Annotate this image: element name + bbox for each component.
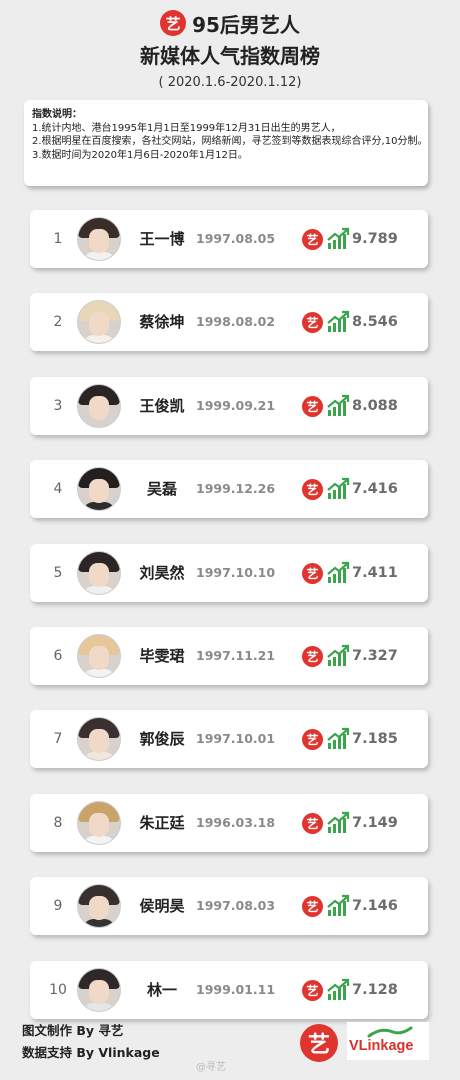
trend-up-icon bbox=[327, 561, 350, 583]
trend-up-icon bbox=[327, 310, 350, 332]
xunyi-icon: 艺 bbox=[302, 229, 323, 250]
birth-date: 1999.09.21 bbox=[196, 398, 276, 413]
artist-name: 毕雯珺 bbox=[139, 647, 185, 665]
avatar bbox=[77, 717, 121, 761]
xunyi-icon: 艺 bbox=[302, 312, 323, 333]
date-range: ( 2020.1.6-2020.1.12) bbox=[158, 75, 302, 90]
trend-up-icon bbox=[327, 978, 350, 1000]
artist-name: 蔡徐坤 bbox=[139, 313, 185, 331]
xunyi-footer-logo-icon: 艺 bbox=[300, 1024, 338, 1062]
credit-made-by: 图文制作 By 寻艺 bbox=[22, 1023, 124, 1038]
ranking-card: 4 吴磊 1999.12.26 艺 7.416 bbox=[30, 460, 428, 518]
notes-line: 2.根据明星在百度搜索，各社交网站，网络新闻，寻艺签到等数据表现综合评分,10分… bbox=[32, 136, 428, 147]
rank-number: 5 bbox=[53, 565, 63, 581]
ranking-card: 7 郭俊辰 1997.10.01 艺 7.185 bbox=[30, 710, 428, 768]
avatar bbox=[77, 968, 121, 1012]
xunyi-icon: 艺 bbox=[302, 563, 323, 584]
artist-name: 吴磊 bbox=[146, 480, 177, 498]
popularity-score: 7.128 bbox=[352, 982, 398, 998]
xunyi-icon: 艺 bbox=[302, 646, 323, 667]
trend-up-icon bbox=[327, 811, 350, 833]
birth-date: 1998.08.02 bbox=[196, 314, 276, 329]
xunyi-icon: 艺 bbox=[302, 479, 323, 500]
birth-date: 1997.08.03 bbox=[196, 898, 276, 913]
popularity-score: 7.327 bbox=[352, 648, 398, 664]
birth-date: 1997.11.21 bbox=[196, 648, 276, 663]
rank-number: 3 bbox=[53, 398, 63, 414]
avatar bbox=[77, 467, 121, 511]
birth-date: 1999.01.11 bbox=[196, 982, 276, 997]
title-row: 艺 95后男艺人 bbox=[0, 8, 460, 38]
notes-heading: 指数说明： bbox=[32, 109, 82, 120]
ranking-card: 6 毕雯珺 1997.11.21 艺 7.327 bbox=[30, 627, 428, 685]
xunyi-icon: 艺 bbox=[302, 729, 323, 750]
ranking-card: 10 林一 1999.01.11 艺 7.128 bbox=[30, 961, 428, 1019]
artist-name: 林一 bbox=[146, 981, 177, 999]
rank-number: 1 bbox=[53, 231, 63, 247]
birth-date: 1999.12.26 bbox=[196, 481, 276, 496]
rank-number: 4 bbox=[53, 481, 63, 497]
rank-number: 10 bbox=[49, 982, 67, 998]
avatar bbox=[77, 634, 121, 678]
birth-date: 1997.08.05 bbox=[196, 231, 276, 246]
avatar bbox=[77, 300, 121, 344]
artist-name: 侯明昊 bbox=[139, 897, 185, 915]
trend-up-icon bbox=[327, 477, 350, 499]
page-subtitle: 新媒体人气指数周榜 bbox=[140, 44, 320, 68]
notes-line: 1.统计内地、港台1995年1月1日至1999年12月31日出生的男艺人， bbox=[32, 122, 341, 134]
artist-name: 朱正廷 bbox=[139, 814, 185, 832]
popularity-score: 7.149 bbox=[352, 815, 398, 831]
popularity-score: 7.416 bbox=[352, 481, 398, 497]
xunyi-icon: 艺 bbox=[302, 396, 323, 417]
xunyi-icon: 艺 bbox=[302, 813, 323, 834]
weibo-watermark: @寻艺 bbox=[196, 1062, 226, 1073]
popularity-score: 8.088 bbox=[352, 398, 398, 414]
page-title: 95后男艺人 bbox=[192, 12, 300, 37]
notes-line: 3.数据时间为2020年1月6日-2020年1月12日。 bbox=[32, 149, 248, 161]
artist-name: 郭俊辰 bbox=[139, 730, 185, 748]
avatar bbox=[77, 217, 121, 261]
popularity-score: 7.185 bbox=[352, 731, 398, 747]
rank-number: 8 bbox=[53, 815, 63, 831]
avatar bbox=[77, 801, 121, 845]
avatar bbox=[77, 551, 121, 595]
trend-up-icon bbox=[327, 227, 350, 249]
rank-number: 2 bbox=[53, 314, 63, 330]
ranking-card: 5 刘昊然 1997.10.10 艺 7.411 bbox=[30, 544, 428, 602]
header: 艺 95后男艺人 新媒体人气指数周榜 ( 2020.1.6-2020.1.12) bbox=[0, 8, 460, 90]
popularity-score: 8.546 bbox=[352, 314, 398, 330]
trend-up-icon bbox=[327, 727, 350, 749]
index-notes: 指数说明： 1.统计内地、港台1995年1月1日至1999年12月31日出生的男… bbox=[24, 100, 428, 186]
xunyi-logo-icon: 艺 bbox=[160, 10, 187, 36]
birth-date: 1996.03.18 bbox=[196, 815, 276, 830]
artist-name: 刘昊然 bbox=[139, 564, 185, 582]
footer-credits: 图文制作 By 寻艺 数据支持 By Vlinkage bbox=[22, 1020, 160, 1064]
birth-date: 1997.10.01 bbox=[196, 731, 276, 746]
ranking-card: 2 蔡徐坤 1998.08.02 艺 8.546 bbox=[30, 293, 428, 351]
birth-date: 1997.10.10 bbox=[196, 565, 276, 580]
ranking-card: 8 朱正廷 1996.03.18 艺 7.149 bbox=[30, 794, 428, 852]
trend-up-icon bbox=[327, 644, 350, 666]
credit-data-by: 数据支持 By Vlinkage bbox=[22, 1045, 160, 1060]
avatar bbox=[77, 384, 121, 428]
popularity-score: 9.789 bbox=[352, 231, 398, 247]
trend-up-icon bbox=[327, 394, 350, 416]
artist-name: 王俊凯 bbox=[139, 397, 185, 415]
popularity-score: 7.146 bbox=[352, 898, 398, 914]
ranking-card: 1 王一博 1997.08.05 艺 9.789 bbox=[30, 210, 428, 268]
xunyi-icon: 艺 bbox=[302, 896, 323, 917]
popularity-score: 7.411 bbox=[352, 565, 398, 581]
rank-number: 9 bbox=[53, 898, 63, 914]
vlinkage-logo: VLinkage bbox=[347, 1022, 429, 1060]
rank-number: 6 bbox=[53, 648, 63, 664]
vlinkage-logo-text: VLinkage bbox=[349, 1038, 414, 1054]
trend-up-icon bbox=[327, 894, 350, 916]
rank-number: 7 bbox=[53, 731, 63, 747]
ranking-card: 3 王俊凯 1999.09.21 艺 8.088 bbox=[30, 377, 428, 435]
avatar bbox=[77, 884, 121, 928]
xunyi-icon: 艺 bbox=[302, 980, 323, 1001]
artist-name: 王一博 bbox=[139, 230, 185, 248]
ranking-card: 9 侯明昊 1997.08.03 艺 7.146 bbox=[30, 877, 428, 935]
